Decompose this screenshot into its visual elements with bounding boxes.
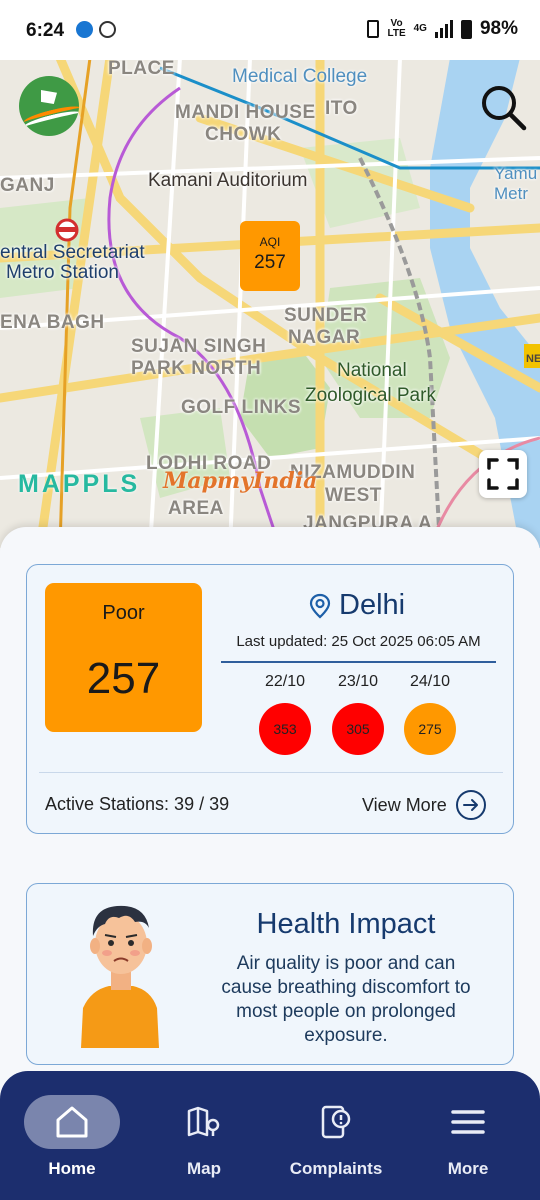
last-updated: Last updated: 25 Oct 2025 06:05 AM — [236, 633, 481, 650]
aqi-map[interactable]: Medical College PLACE MANDI HOUSE CHOWK … — [0, 58, 540, 548]
battery-icon — [460, 19, 472, 39]
aqi-value: 257 — [86, 654, 161, 703]
divider — [221, 661, 496, 663]
map-label: GOLF LINKS — [181, 397, 302, 418]
health-impact-title: Health Impact — [256, 908, 436, 940]
aqi-status-tile: Poor 257 — [45, 583, 202, 732]
view-more-button[interactable]: View More — [362, 789, 487, 821]
whatsapp-icon — [99, 21, 116, 38]
battery-percent: 98% — [479, 18, 518, 39]
forecast-date: 24/10 — [409, 673, 451, 690]
search-button[interactable] — [478, 82, 528, 132]
map-label: CHOWK — [205, 124, 282, 145]
mapmyindia-logo: MapmyIndia — [163, 468, 318, 494]
forecast-day: 24/10 275 — [403, 673, 457, 755]
map-label: PARK NORTH — [131, 358, 262, 379]
nav-label: Home — [48, 1159, 96, 1178]
sick-person-illustration — [81, 905, 159, 1048]
health-impact-text: Air quality is poor and can cause breath… — [221, 953, 471, 1046]
active-stations: Active Stations: 39 / 39 — [45, 794, 230, 814]
map-label: PLACE — [108, 58, 175, 79]
nav-label: Complaints — [289, 1159, 383, 1178]
status-indicators: Vo LTE 4G 98% — [367, 18, 518, 40]
nav-item-more[interactable]: More — [418, 1095, 518, 1179]
menu-icon — [451, 1110, 485, 1134]
fullscreen-button[interactable] — [479, 450, 527, 498]
forecast-aqi-badge: 353 — [259, 703, 311, 755]
search-icon — [482, 86, 527, 131]
forecast-aqi-badge: 275 — [404, 703, 456, 755]
view-more-label: View More — [362, 794, 447, 815]
nav-item-home[interactable]: Home — [22, 1095, 122, 1179]
health-impact-card: Health Impact Air quality is poor and ca… — [26, 883, 514, 1065]
aqi-summary-card: Poor 257 Delhi Last updated: 25 Oct 2025… — [26, 564, 514, 834]
nav-label: Map — [187, 1159, 221, 1178]
map-label: National — [337, 360, 407, 381]
map-label: GANJ — [0, 175, 55, 196]
map-label: SUJAN SINGH — [131, 336, 267, 357]
signal-icon — [434, 20, 453, 38]
aqi-marker-value: 257 — [254, 252, 286, 273]
map-label: AREA — [168, 498, 224, 519]
forecast-date: 23/10 — [337, 673, 379, 690]
status-time: 6:24 — [26, 20, 65, 41]
map-label: Metr — [494, 184, 528, 203]
notification-icons — [76, 21, 116, 38]
nav-item-complaints[interactable]: Complaints — [286, 1095, 386, 1179]
location-pin-icon — [309, 593, 331, 618]
aqi-marker-label: AQI — [259, 235, 281, 249]
volte-indicator: Vo LTE — [387, 18, 406, 39]
home-icon — [56, 1106, 88, 1138]
map-icon — [187, 1106, 220, 1137]
fullscreen-icon — [487, 458, 519, 490]
complaint-icon — [321, 1105, 351, 1139]
forecast-day: 22/10 353 — [258, 673, 312, 755]
status-bar: 6:24 Vo LTE 4G 98% — [0, 0, 540, 60]
map-label: ITO — [325, 98, 358, 119]
bottom-nav: Home Map Complaints More — [0, 1071, 540, 1200]
city-name: Delhi — [339, 589, 406, 621]
map-label: SUNDER — [284, 305, 368, 326]
aqi-category: Poor — [102, 602, 145, 624]
app-logo — [19, 76, 79, 136]
city-row: Delhi — [309, 589, 405, 622]
forecast-day: 23/10 305 — [331, 673, 385, 755]
map-label: Kamani Auditorium — [148, 170, 308, 191]
nav-label: More — [447, 1159, 489, 1178]
divider — [39, 772, 503, 773]
map-label: MANDI HOUSE — [175, 102, 316, 123]
forecast-date: 22/10 — [264, 673, 306, 690]
map-label: NAGAR — [288, 327, 361, 348]
map-label: entral Secretariat — [0, 242, 145, 263]
forecast-aqi-badge: 305 — [332, 703, 384, 755]
map-label: NE — [526, 353, 540, 365]
arrow-right-circle-icon — [455, 790, 486, 820]
map-label: Metro Station — [6, 262, 119, 283]
mappls-logo: MAPPLS — [18, 470, 141, 498]
map-label: WEST — [325, 485, 382, 506]
map-label: Yamu — [494, 164, 538, 183]
nav-item-map[interactable]: Map — [154, 1095, 254, 1179]
map-label: Medical College — [232, 66, 368, 87]
vibrate-icon — [367, 20, 380, 38]
map-label: ENA BAGH — [0, 312, 105, 333]
map-label: Zoological Park — [305, 385, 436, 406]
network-type: 4G — [413, 23, 427, 34]
aqi-map-marker[interactable]: AQI 257 — [240, 221, 300, 291]
cloud-app-icon — [76, 21, 93, 38]
